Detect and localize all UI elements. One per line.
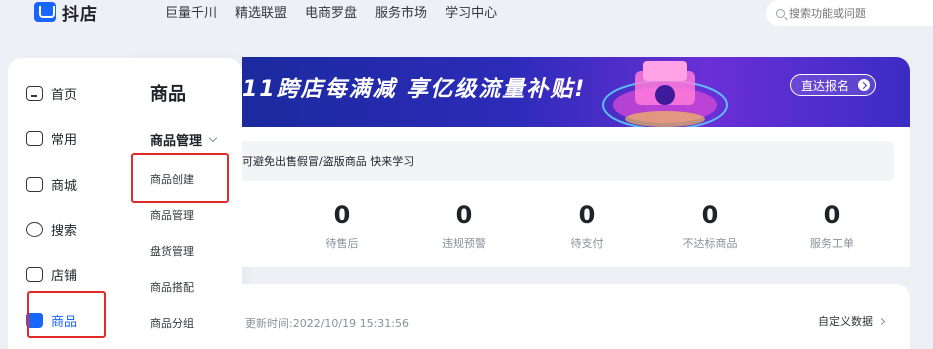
doudian-logo-icon [34,2,56,22]
stat-substandard[interactable]: 0 不达标商品 [670,201,750,251]
promo-banner[interactable]: 11跨店每满减 享亿级流量补贴! 直达报名 [242,57,910,127]
top-bar: 抖店 巨量千川 精选联盟 电商罗盘 服务市场 学习中心 [0,0,933,30]
highlight-box-goods [27,291,106,338]
search-input[interactable] [789,6,929,20]
sidebar-item-common[interactable]: 常用 [26,122,106,154]
highlight-box-create [131,153,229,203]
notice-bar[interactable]: 可避免出售假冒/盗版商品 快来学习 [242,141,894,181]
stat-label: 服务工单 [810,237,854,250]
top-nav: 巨量千川 精选联盟 电商罗盘 服务市场 学习中心 [165,2,497,21]
subnav-item-bundle[interactable]: 商品搭配 [150,279,194,295]
stat-service-ticket[interactable]: 0 服务工单 [792,201,872,251]
stat-value: 0 [578,201,596,229]
stat-violation[interactable]: 0 违规预警 [424,201,504,251]
stat-label: 待支付 [570,237,604,250]
subnav-group-label: 商品管理 [150,134,203,149]
stat-value: 0 [701,201,719,229]
sidebar-item-label: 商城 [51,178,78,194]
store-icon [26,176,43,192]
stat-label: 不达标商品 [682,237,738,250]
subnav-group-goods-management[interactable]: 商品管理 [150,130,218,149]
sidebar: 首页 常用 商城 搜索 店铺 商品 [8,58,126,349]
topnav-item-market[interactable]: 服务市场 [375,2,427,21]
subnav-item-inventory[interactable]: 盘货管理 [150,243,194,259]
stat-value: 0 [823,201,841,229]
stat-value: 0 [333,201,351,229]
chevron-right-icon [877,317,886,325]
stat-label: 违规预警 [442,237,486,250]
logo-text: 抖店 [62,4,98,25]
shop-icon [26,266,43,282]
register-button-label: 直达报名 [801,78,850,93]
notice-text: 可避免出售假冒/盗版商品 快来学习 [242,155,415,168]
banner-text: 11跨店每满减 享亿级流量补贴! [242,77,587,102]
folder-icon [26,130,43,146]
sidebar-item-label: 店铺 [51,268,78,284]
home-icon [26,85,43,101]
stat-pending-payment[interactable]: 0 待支付 [547,201,627,251]
subnav-item-manage[interactable]: 商品管理 [150,207,194,223]
logo[interactable]: 抖店 [34,0,98,25]
banner-illustration [602,61,728,127]
sidebar-item-shop[interactable]: 店铺 [26,258,106,290]
sidebar-item-label: 搜索 [51,223,78,239]
search-chart-icon [26,221,43,237]
topnav-item-compass[interactable]: 电商罗盘 [305,2,357,21]
custom-data-label: 自定义数据 [818,315,873,328]
search-box[interactable] [766,0,933,26]
data-card: 更新时间:2022/10/19 15:31:56 自定义数据 [242,284,910,349]
sidebar-item-search[interactable]: 搜索 [26,213,106,245]
sidebar-item-home[interactable]: 首页 [26,77,106,109]
stat-label: 待售后 [325,237,359,250]
subnav-item-group[interactable]: 商品分组 [150,315,194,331]
sidebar-item-mall[interactable]: 商城 [26,168,106,200]
sub-nav: 商品 商品管理 商品创建 商品管理 盘货管理 商品搭配 商品分组 [126,58,242,349]
chevron-down-icon [208,133,218,143]
register-button[interactable]: 直达报名 [790,74,877,96]
sidebar-item-label: 常用 [51,132,78,148]
topnav-item-alliance[interactable]: 精选联盟 [235,2,287,21]
custom-data-link[interactable]: 自定义数据 [818,313,886,329]
arrow-right-circle-icon [858,79,871,91]
search-icon [776,8,785,18]
stat-after-sale[interactable]: 0 待售后 [302,201,382,251]
sidebar-item-label: 首页 [51,87,78,103]
subnav-title: 商品 [150,84,186,105]
topnav-item-learning[interactable]: 学习中心 [445,2,497,21]
topnav-item-qianchuan[interactable]: 巨量千川 [165,2,217,21]
update-time: 更新时间:2022/10/19 15:31:56 [245,317,410,330]
stats-card: 可避免出售假冒/盗版商品 快来学习 0 待售后 0 违规预警 0 待支付 0 不… [242,127,910,267]
stat-value: 0 [455,201,473,229]
